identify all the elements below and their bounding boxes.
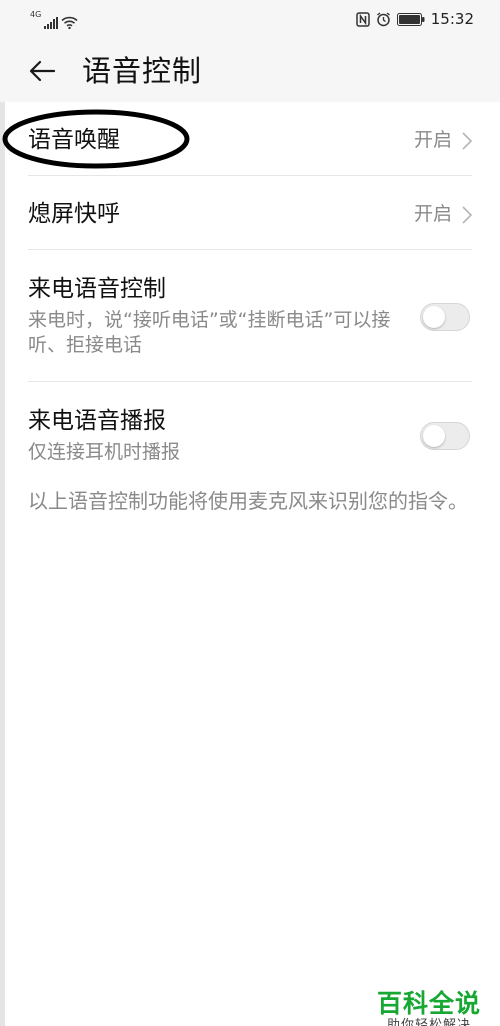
voice-wakeup-label: 语音唤醒 <box>28 127 120 153</box>
incoming-voice-control-toggle[interactable] <box>420 303 470 331</box>
network-type: 4G <box>30 10 42 19</box>
toggle-knob <box>423 425 445 447</box>
incoming-voice-announce-row: 来电语音播报 仅连接耳机时播报 <box>0 382 500 482</box>
wifi-icon <box>61 16 78 29</box>
alarm-icon <box>376 11 390 26</box>
incoming-voice-announce-label: 来电语音播报 <box>28 408 166 434</box>
voice-wakeup-row[interactable]: 语音唤醒 开启 <box>0 102 500 176</box>
back-arrow-icon <box>29 60 56 82</box>
back-button[interactable] <box>24 54 60 88</box>
watermark-slogan: 助你轻松解决 <box>386 1018 471 1026</box>
screen: 4G 15:32 语音控制 语音唤醒 开启 熄屏快呼 开启 来电语音控制 来电时… <box>0 0 500 1026</box>
incoming-voice-announce-description: 仅连接耳机时播报 <box>28 441 181 463</box>
status-time: 15:32 <box>430 10 474 28</box>
settings-list: 语音唤醒 开启 熄屏快呼 开启 来电语音控制 来电时，说“接听电话”或“挂断电话… <box>0 102 500 482</box>
battery-icon <box>396 12 425 26</box>
status-right: 15:32 <box>356 8 474 30</box>
watermark: 百科全说 助你轻松解决 <box>374 990 484 1026</box>
incoming-voice-control-row: 来电语音控制 来电时，说“接听电话”或“挂断电话”可以接听、拒接电话 <box>0 250 500 382</box>
header: 语音控制 <box>0 38 500 102</box>
chevron-right-icon <box>462 206 473 224</box>
incoming-voice-control-label: 来电语音控制 <box>28 276 166 302</box>
signal-icon <box>44 17 59 29</box>
status-left: 4G <box>30 9 78 29</box>
screen-off-call-value: 开启 <box>413 203 452 225</box>
status-bar: 4G 15:32 <box>0 0 500 38</box>
chevron-right-icon <box>462 132 473 150</box>
nfc-icon <box>356 11 370 27</box>
watermark-logo: 百科全说 <box>376 989 481 1018</box>
incoming-voice-announce-toggle[interactable] <box>420 422 470 450</box>
voice-wakeup-value: 开启 <box>413 129 452 151</box>
page-title: 语音控制 <box>82 54 203 88</box>
incoming-voice-control-description: 来电时，说“接听电话”或“挂断电话”可以接听、拒接电话 <box>28 309 391 356</box>
screen-off-call-row[interactable]: 熄屏快呼 开启 <box>0 176 500 250</box>
footnote: 以上语音控制功能将使用麦克风来识别您的指令。 <box>28 489 468 513</box>
screen-off-call-label: 熄屏快呼 <box>28 201 120 227</box>
toggle-knob <box>423 306 445 328</box>
